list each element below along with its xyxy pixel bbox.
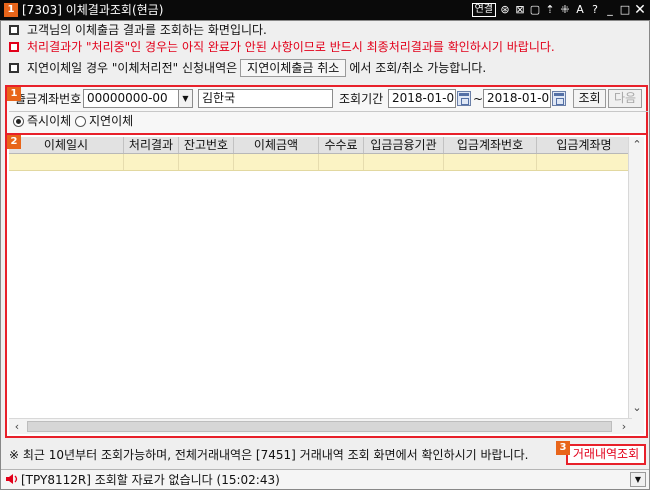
column-header-fee[interactable]: 수수료	[319, 137, 364, 153]
radio-label: 즉시이체	[27, 114, 72, 128]
panel-divider	[9, 111, 648, 112]
date-range-separator: ~	[473, 92, 484, 106]
table-cell	[444, 154, 537, 170]
table-cell	[319, 154, 364, 170]
screen-capture-icon[interactable]: ⊠	[514, 3, 526, 17]
date-from-input[interactable]: 2018-01-03	[388, 89, 456, 108]
table-header: 이체일시 처리결과 잔고번호 이체금액 수수료 입금금융기관 입금계좌번호 입금…	[9, 137, 632, 154]
bullet-icon	[9, 42, 19, 52]
notice-line-2: 처리결과가 "처리중"인 경우는 아직 완료가 안된 사항이므로 반드시 최종처…	[9, 39, 555, 55]
account-owner-field: 김한국	[198, 89, 333, 108]
radio-label: 지연이체	[89, 114, 134, 128]
notice-text: 처리결과가 "처리중"인 경우는 아직 완료가 안된 사항이므로 반드시 최종처…	[27, 40, 555, 54]
notice-text: 에서 조회/취소 가능합니다.	[349, 61, 487, 75]
help-icon[interactable]: ?	[589, 3, 601, 17]
window-body: 고객님의 이체출금 결과를 조회하는 화면입니다. 처리결과가 "처리중"인 경…	[0, 20, 650, 490]
minimize-icon[interactable]: _	[604, 3, 616, 17]
table-cell	[124, 154, 179, 170]
scroll-down-icon[interactable]: ⌄	[629, 400, 645, 416]
scroll-right-icon[interactable]: ›	[616, 419, 632, 435]
chevron-down-icon[interactable]: ▼	[630, 472, 646, 487]
section-badge-1: 1	[7, 87, 21, 101]
column-header-transfer-datetime[interactable]: 이체일시	[9, 137, 124, 153]
table-row[interactable]	[9, 154, 632, 171]
close-icon[interactable]: ✕	[634, 3, 646, 17]
calendar-icon[interactable]	[457, 91, 471, 106]
table-cell	[9, 154, 124, 170]
radio-checked-icon[interactable]	[13, 115, 24, 127]
results-table: 이체일시 처리결과 잔고번호 이체금액 수수료 입금금융기관 입금계좌번호 입금…	[9, 137, 632, 171]
date-from-value: 2018-01-03	[392, 91, 456, 105]
column-header-deposit-account[interactable]: 입금계좌번호	[444, 137, 537, 153]
date-to-value: 2018-01-03	[487, 91, 551, 105]
date-to-input[interactable]: 2018-01-03	[483, 89, 551, 108]
radio-immediate-transfer[interactable]: 즉시이체	[13, 113, 71, 129]
results-grid: 2 이체일시 처리결과 잔고번호 이체금액 수수료 입금금융기관 입금계좌번호 …	[5, 133, 648, 438]
horizontal-scrollbar[interactable]: ‹ ›	[9, 418, 632, 434]
column-header-account-name[interactable]: 입금계좌명	[537, 137, 632, 153]
speaker-icon	[6, 474, 18, 484]
vertical-scrollbar[interactable]: ⌃ ⌄	[628, 137, 644, 434]
radio-unchecked-icon[interactable]	[75, 115, 86, 127]
scroll-thumb[interactable]	[27, 421, 612, 432]
scroll-up-icon[interactable]: ⌃	[629, 137, 645, 153]
mouse-icon[interactable]: ⊛	[499, 3, 511, 17]
radio-delayed-transfer[interactable]: 지연이체	[75, 113, 133, 129]
copy-screen-icon[interactable]: ▢	[529, 3, 541, 17]
window-title: [7303] 이체결과조회(현금)	[22, 3, 164, 17]
chevron-down-icon[interactable]: ▼	[178, 90, 192, 107]
scroll-left-icon[interactable]: ‹	[9, 419, 25, 435]
pin-icon[interactable]: ⇡	[544, 3, 556, 17]
account-owner-name: 김한국	[202, 91, 236, 105]
footer-note: ※ 최근 10년부터 조회가능하며, 전체거래내역은 [7451] 거래내역 조…	[9, 448, 529, 462]
period-label: 조회기간	[339, 92, 384, 106]
account-select[interactable]: 00000000-00 ▼	[83, 89, 193, 108]
font-size-icon[interactable]: A	[574, 3, 586, 17]
section-badge-2: 2	[7, 135, 21, 149]
table-cell	[364, 154, 444, 170]
link-toggle-button[interactable]: 연결	[471, 3, 496, 17]
delayed-transfer-cancel-button[interactable]: 지연이체출금 취소	[240, 59, 347, 77]
query-button[interactable]: 조회	[573, 89, 606, 108]
account-number: 00000000-00	[87, 91, 168, 105]
transaction-history-button[interactable]: 거래내역조회	[566, 444, 646, 465]
column-header-bank[interactable]: 입금금융기관	[364, 137, 444, 153]
status-bar: [TPY8112R] 조회할 자료가 없습니다 (15:02:43) ▼	[1, 469, 649, 489]
notice-text: 고객님의 이체출금 결과를 조회하는 화면입니다.	[27, 23, 267, 37]
column-header-amount[interactable]: 이체금액	[234, 137, 319, 153]
status-message: [TPY8112R] 조회할 자료가 없습니다 (15:02:43)	[21, 473, 280, 487]
window-titlebar: 1 [7303] 이체결과조회(현금) 연결 ⊛ ⊠ ▢ ⇡ ⁜ A ? _ □…	[0, 0, 650, 20]
notice-text: 지연이체일 경우 "이체처리전" 신청내역은	[27, 61, 238, 75]
maximize-icon[interactable]: □	[619, 3, 631, 17]
account-label: 출금계좌번호	[15, 92, 82, 106]
table-cell	[234, 154, 319, 170]
table-cell	[537, 154, 632, 170]
notice-line-1: 고객님의 이체출금 결과를 조회하는 화면입니다.	[9, 22, 267, 38]
next-button[interactable]: 다음	[608, 89, 642, 108]
notice-line-3: 지연이체일 경우 "이체처리전" 신청내역은 지연이체출금 취소 에서 조회/취소 …	[9, 59, 486, 77]
window-controls: 연결 ⊛ ⊠ ▢ ⇡ ⁜ A ? _ □ ✕	[471, 2, 646, 18]
column-header-balance-number[interactable]: 잔고번호	[179, 137, 234, 153]
table-cell	[179, 154, 234, 170]
calendar-icon[interactable]	[552, 91, 566, 106]
settings-icon[interactable]: ⁜	[559, 3, 571, 17]
section-badge-3: 3	[556, 441, 570, 455]
column-header-result[interactable]: 처리결과	[124, 137, 179, 153]
window-number-badge: 1	[4, 3, 18, 17]
bullet-icon	[9, 25, 19, 35]
bullet-icon	[9, 63, 19, 73]
